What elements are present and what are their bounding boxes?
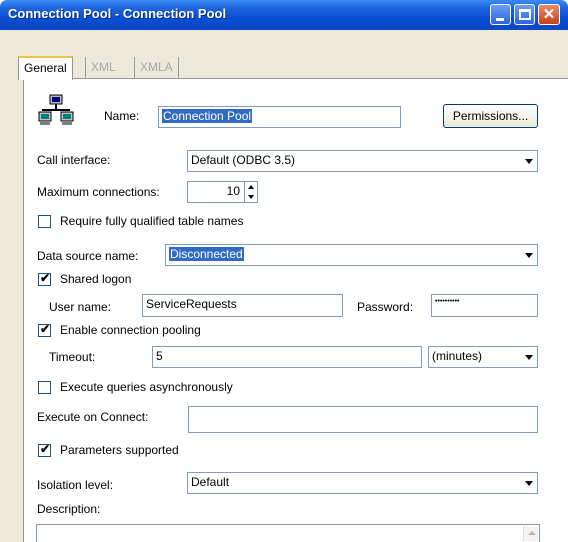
call-interface-value: Default (ODBC 3.5) (191, 153, 296, 167)
tab-xmla[interactable]: XMLA (134, 57, 179, 79)
max-connections-label: Maximum connections: (37, 185, 160, 199)
require-fq-label: Require fully qualified table names (60, 214, 244, 228)
dsn-value: Disconnected (169, 247, 244, 261)
name-input[interactable]: Connection Pool (158, 106, 401, 128)
exec-on-connect-input[interactable] (188, 406, 538, 433)
password-label: Password: (357, 300, 414, 314)
maximize-icon (519, 9, 531, 20)
chevron-down-icon[interactable] (521, 474, 536, 492)
minimize-icon (496, 18, 504, 21)
timeout-unit-value: (minutes) (432, 349, 483, 363)
max-connections-stepper[interactable]: 10 (187, 181, 258, 203)
chevron-down-icon[interactable] (521, 246, 536, 264)
timeout-unit-select[interactable]: (minutes) (428, 346, 538, 368)
close-icon: ✕ (542, 6, 556, 23)
timeout-input[interactable]: 5 (152, 346, 422, 368)
isolation-value: Default (191, 475, 230, 489)
check-icon: ✔ (40, 271, 51, 285)
timeout-label: Timeout: (49, 350, 96, 364)
pooling-label: Enable connection pooling (60, 323, 201, 337)
password-value: •••••••••• (435, 298, 460, 305)
scroll-up-icon[interactable] (523, 526, 538, 541)
name-value: Connection Pool (162, 109, 253, 123)
password-input[interactable]: •••••••••• (431, 294, 538, 317)
chevron-down-icon[interactable] (521, 152, 536, 170)
connection-pool-icon (38, 94, 74, 125)
isolation-select[interactable]: Default (187, 472, 538, 494)
dsn-label: Data source name: (37, 249, 139, 263)
dsn-select[interactable]: Disconnected (165, 244, 538, 266)
tab-general[interactable]: General (18, 56, 73, 80)
isolation-label: Isolation level: (37, 478, 114, 492)
minimize-button[interactable] (490, 4, 511, 25)
window-title: Connection Pool - Connection Pool (8, 6, 227, 21)
check-icon: ✔ (40, 442, 51, 456)
max-connections-value: 10 (226, 184, 240, 198)
shared-logon-label: Shared logon (60, 272, 132, 286)
async-label: Execute queries asynchronously (60, 380, 233, 394)
params-label: Parameters supported (60, 443, 179, 457)
username-input[interactable]: ServiceRequests (142, 294, 343, 317)
shared-logon-checkbox[interactable]: ✔ (38, 271, 51, 286)
chevron-down-icon[interactable] (521, 348, 536, 366)
exec-on-connect-label: Execute on Connect: (37, 410, 149, 424)
username-label: User name: (49, 300, 112, 314)
description-label: Description: (37, 502, 101, 516)
call-interface-select[interactable]: Default (ODBC 3.5) (187, 150, 538, 172)
check-icon: ✔ (40, 322, 51, 336)
params-checkbox[interactable]: ✔ (38, 442, 51, 457)
window-titlebar: Connection Pool - Connection Pool ✕ (0, 0, 568, 30)
username-value: ServiceRequests (146, 297, 237, 311)
description-textarea[interactable] (36, 524, 540, 542)
name-label: Name: (104, 109, 140, 123)
maximize-button[interactable] (514, 4, 535, 25)
call-interface-label: Call interface: (37, 153, 111, 167)
pooling-checkbox[interactable]: ✔ (38, 322, 51, 337)
spinner-arrows-icon[interactable] (244, 182, 257, 202)
permissions-button[interactable]: Permissions... (443, 104, 538, 128)
async-checkbox[interactable] (38, 381, 51, 394)
require-fq-checkbox[interactable] (38, 215, 51, 228)
close-button[interactable]: ✕ (538, 4, 560, 25)
timeout-value: 5 (156, 349, 163, 363)
tab-xml[interactable]: XML (85, 57, 121, 79)
